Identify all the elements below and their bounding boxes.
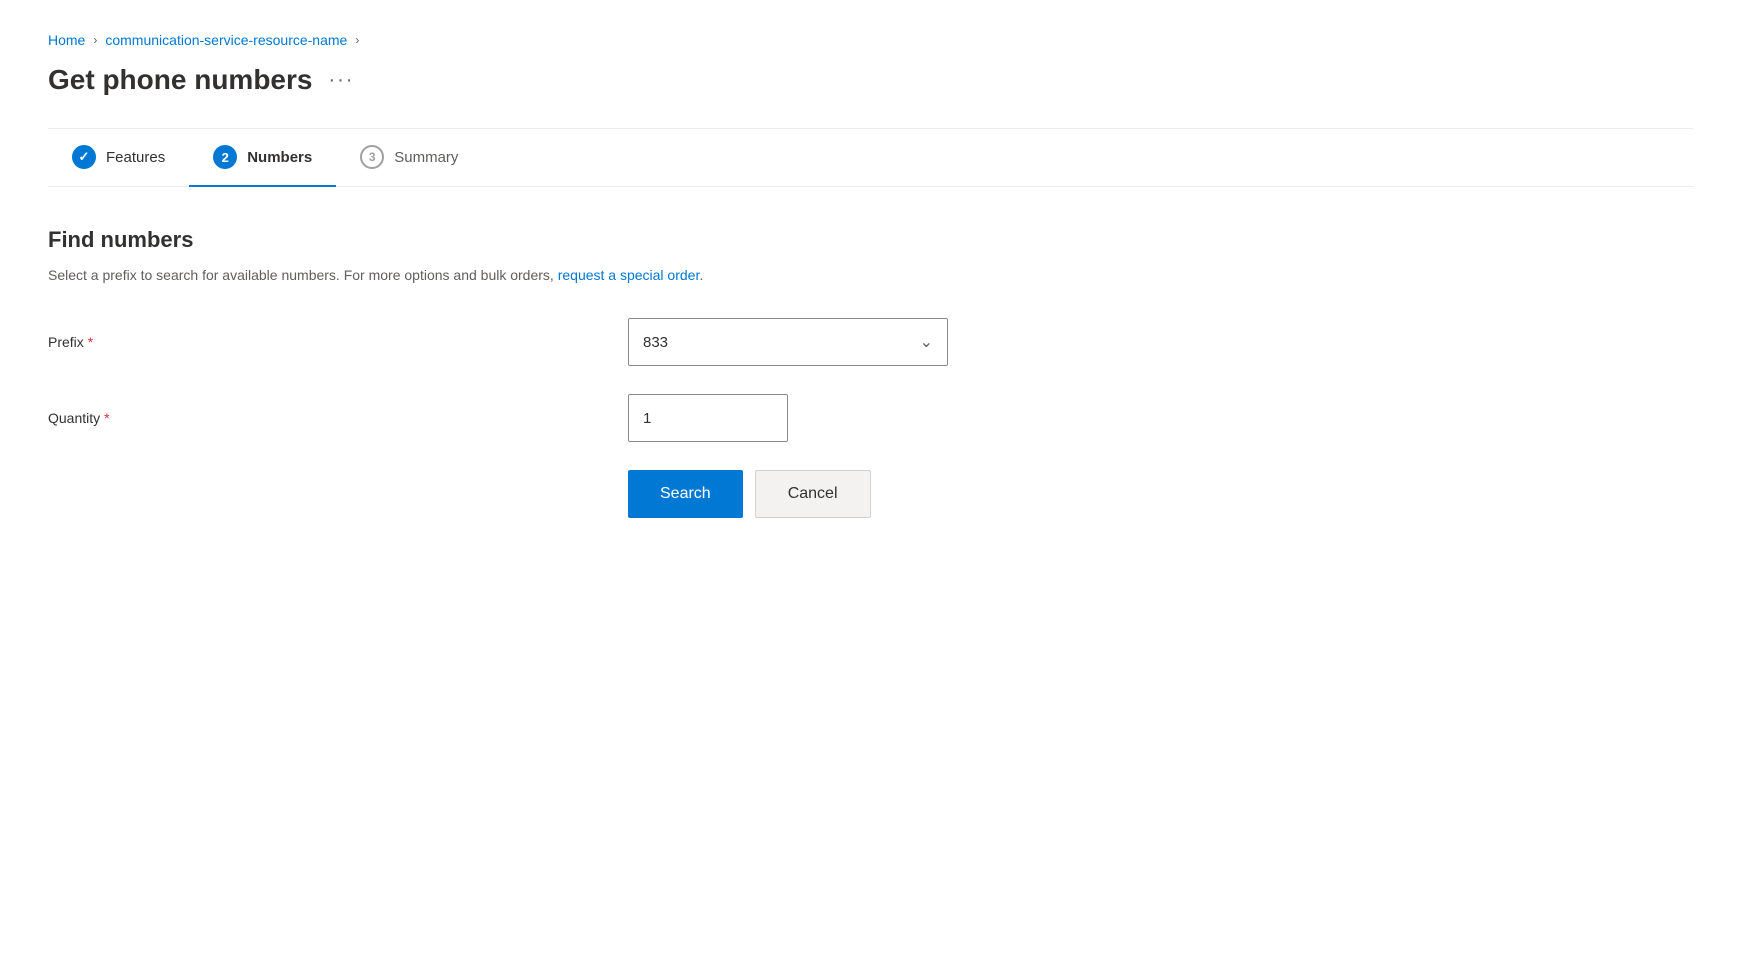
main-content: Find numbers Select a prefix to search f… bbox=[48, 227, 1693, 518]
tab-numbers-badge: 2 bbox=[213, 145, 237, 169]
tab-summary[interactable]: 3 Summary bbox=[336, 129, 482, 187]
tab-summary-badge: 3 bbox=[360, 145, 384, 169]
tabs-container: ✓ Features 2 Numbers 3 Summary bbox=[48, 129, 1693, 187]
tab-features-badge: ✓ bbox=[72, 145, 96, 169]
cancel-button[interactable]: Cancel bbox=[755, 470, 871, 518]
tab-numbers[interactable]: 2 Numbers bbox=[189, 129, 336, 187]
prefix-required-star: * bbox=[88, 334, 93, 350]
page-title: Get phone numbers bbox=[48, 64, 312, 96]
prefix-control-wrapper: 833 ⌄ bbox=[628, 318, 948, 366]
tab-features-label: Features bbox=[106, 149, 165, 166]
find-numbers-title: Find numbers bbox=[48, 227, 1693, 253]
tab-numbers-label: Numbers bbox=[247, 149, 312, 166]
form-buttons-row: Search Cancel bbox=[628, 470, 1693, 518]
description-prefix-text: Select a prefix to search for available … bbox=[48, 267, 558, 283]
quantity-control-wrapper bbox=[628, 394, 788, 442]
special-order-link[interactable]: request a special order bbox=[558, 267, 700, 283]
page-title-more-icon[interactable]: ··· bbox=[328, 69, 354, 92]
quantity-label: Quantity * bbox=[48, 410, 628, 426]
breadcrumb-separator-1: › bbox=[93, 33, 97, 47]
tab-summary-label: Summary bbox=[394, 149, 458, 166]
breadcrumb-resource-link[interactable]: communication-service-resource-name bbox=[105, 32, 347, 48]
prefix-dropdown-value: 833 bbox=[643, 334, 668, 351]
quantity-form-row: Quantity * bbox=[48, 394, 1693, 442]
page-title-row: Get phone numbers ··· bbox=[48, 64, 1693, 96]
tab-features[interactable]: ✓ Features bbox=[48, 129, 189, 187]
breadcrumb-separator-2: › bbox=[355, 33, 359, 47]
prefix-label: Prefix * bbox=[48, 334, 628, 350]
quantity-required-star: * bbox=[104, 410, 109, 426]
prefix-form-row: Prefix * 833 ⌄ bbox=[48, 318, 1693, 366]
search-button[interactable]: Search bbox=[628, 470, 743, 518]
find-numbers-description: Select a prefix to search for available … bbox=[48, 265, 1693, 286]
quantity-input[interactable] bbox=[628, 394, 788, 442]
prefix-dropdown[interactable]: 833 ⌄ bbox=[628, 318, 948, 366]
quantity-label-text: Quantity bbox=[48, 410, 100, 426]
breadcrumb: Home › communication-service-resource-na… bbox=[48, 32, 1693, 48]
description-suffix-text: . bbox=[699, 267, 703, 283]
prefix-label-text: Prefix bbox=[48, 334, 84, 350]
breadcrumb-home-link[interactable]: Home bbox=[48, 32, 85, 48]
chevron-down-icon: ⌄ bbox=[920, 332, 933, 352]
